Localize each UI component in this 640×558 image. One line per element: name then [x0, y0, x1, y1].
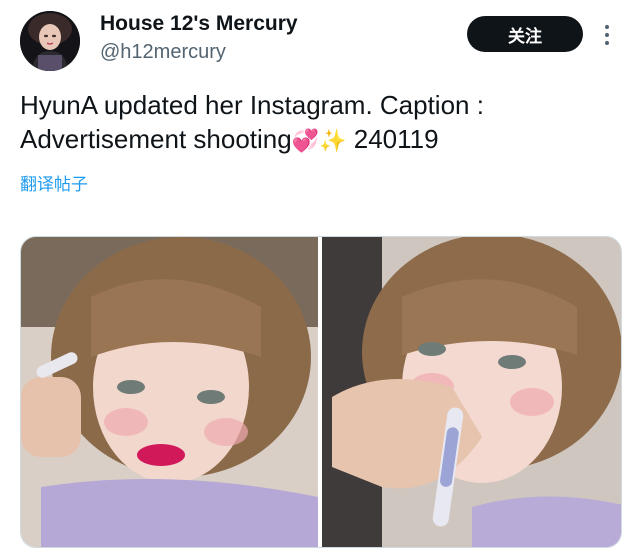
- more-dot: [605, 33, 609, 37]
- more-vertical-icon[interactable]: [602, 22, 612, 48]
- tweet-emojis: 💞✨: [291, 128, 347, 153]
- tweet-date-code: 240119: [353, 124, 439, 154]
- media-grid: [20, 236, 622, 548]
- author-handle[interactable]: @h12mercury: [100, 38, 298, 66]
- more-dot: [605, 41, 609, 45]
- photo-left[interactable]: [21, 237, 318, 547]
- translate-post-link[interactable]: 翻译帖子: [20, 170, 88, 195]
- follow-button[interactable]: 关注: [467, 16, 583, 52]
- author-display-name[interactable]: House 12's Mercury: [100, 10, 298, 38]
- author-info: House 12's Mercury @h12mercury: [100, 10, 298, 66]
- more-dot: [605, 25, 609, 29]
- author-avatar[interactable]: [20, 11, 80, 71]
- photo-right[interactable]: [322, 237, 621, 547]
- tweet-text: HyunA updated her Instagram. Caption : A…: [20, 88, 620, 158]
